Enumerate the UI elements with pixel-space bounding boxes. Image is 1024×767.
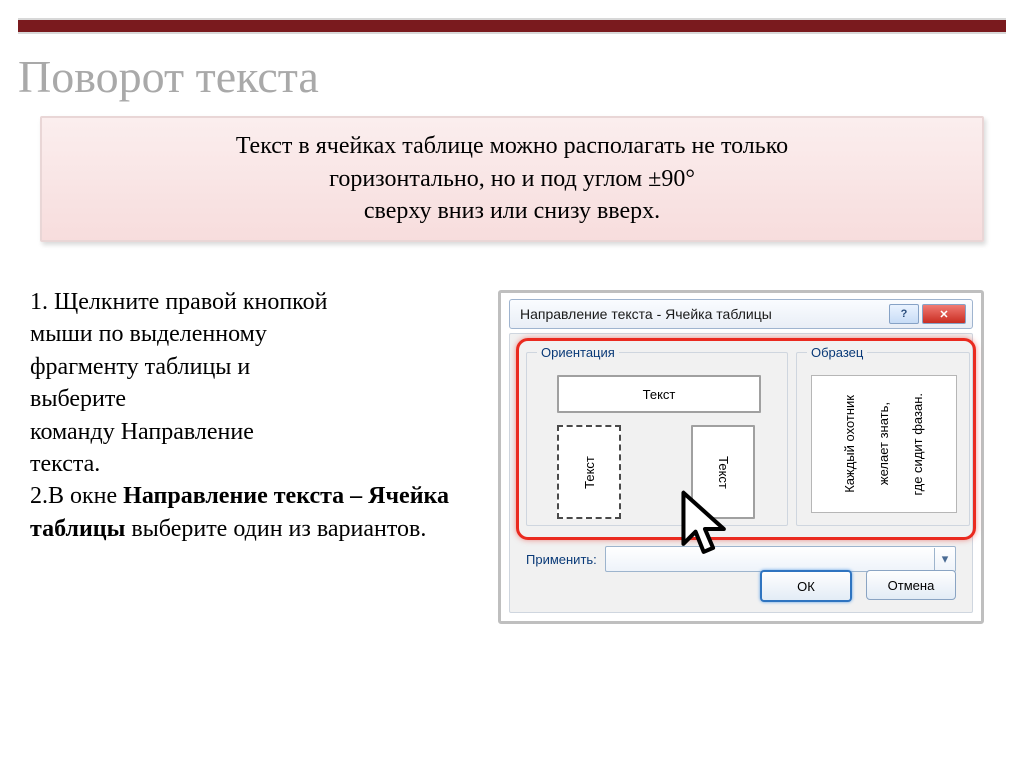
cancel-button[interactable]: Отмена xyxy=(866,570,956,600)
dialog-body: Ориентация Текст Текст Текст Образец Каж… xyxy=(509,333,973,613)
button-label: Текст xyxy=(715,456,730,489)
orientation-horizontal-button[interactable]: Текст xyxy=(557,375,761,413)
group-label: Ориентация xyxy=(537,345,619,360)
dialog-title: Направление текста - Ячейка таблицы xyxy=(516,307,886,321)
orientation-vertical-down-button[interactable]: Текст xyxy=(691,425,755,519)
text-line: фрагменту таблицы и xyxy=(30,354,250,380)
group-label: Образец xyxy=(807,345,867,360)
help-button[interactable]: ? xyxy=(889,304,919,324)
callout-line: Текст в ячейках таблице можно располагат… xyxy=(236,130,788,162)
callout-box: Текст в ячейках таблице можно располагат… xyxy=(40,116,984,242)
sample-line: Каждый охотник xyxy=(841,395,859,493)
text-line: команду Направление xyxy=(30,419,254,445)
text-line: выберите xyxy=(30,386,126,412)
orientation-group: Ориентация Текст Текст Текст xyxy=(526,352,788,526)
text-line: текста. xyxy=(30,451,100,477)
button-label: Текст xyxy=(581,456,596,489)
close-button[interactable]: ✕ xyxy=(922,304,966,324)
apply-label: Применить: xyxy=(526,552,597,567)
orientation-vertical-up-button[interactable]: Текст xyxy=(557,425,621,519)
ok-button[interactable]: ОК xyxy=(760,570,852,602)
text-line: мыши по выделенному xyxy=(30,321,267,347)
instructions-text: 1. Щелкните правой кнопкой мыши по выдел… xyxy=(30,286,450,545)
dialog-titlebar: Направление текста - Ячейка таблицы ? ✕ xyxy=(509,299,973,329)
callout-line: горизонтально, но и под углом ±90° xyxy=(329,163,695,195)
sample-group: Образец Каждый охотник желает знать, где… xyxy=(796,352,970,526)
callout-line: сверху вниз или снизу вверх. xyxy=(364,195,660,227)
button-label: Текст xyxy=(643,387,676,402)
slide-title: Поворот текста xyxy=(18,50,319,103)
text-line: 1. Щелкните правой кнопкой xyxy=(30,289,327,315)
accent-bar xyxy=(18,18,1006,34)
text-line: выберите один из вариантов. xyxy=(125,516,426,542)
sample-line: желает знать, xyxy=(875,402,893,485)
text-line: 2.В окне xyxy=(30,483,123,509)
dialog-screenshot: Направление текста - Ячейка таблицы ? ✕ … xyxy=(498,290,984,624)
apply-row: Применить: ▾ xyxy=(526,546,956,572)
dialog-button-row: ОК Отмена xyxy=(760,570,956,602)
apply-combo[interactable]: ▾ xyxy=(605,546,956,572)
chevron-down-icon: ▾ xyxy=(934,548,955,570)
sample-preview: Каждый охотник желает знать, где сидит ф… xyxy=(811,375,957,513)
sample-line: где сидит фазан. xyxy=(909,393,927,496)
